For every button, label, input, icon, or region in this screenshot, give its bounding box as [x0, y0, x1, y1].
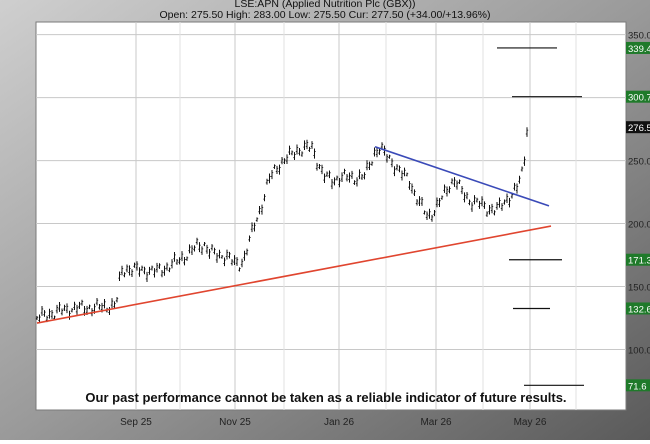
target-label: 71.6 — [628, 381, 647, 392]
x-tick-label: Jan 26 — [324, 417, 354, 428]
target-label: 171.3 — [628, 256, 650, 267]
target-label: 132.6 — [628, 304, 650, 315]
chart-subtitle: Open: 275.50 High: 283.00 Low: 275.50 Cu… — [160, 9, 491, 21]
plot-area — [35, 21, 627, 411]
y-tick-label: 250.0 — [628, 157, 650, 168]
y-tick-label: 100.0 — [628, 346, 650, 357]
stock-chart: 350.0300.0250.0200.0150.0100.0 Sep 25Nov… — [0, 0, 650, 440]
disclaimer-text: Our past performance cannot be taken as … — [85, 390, 566, 405]
x-tick-label: Mar 26 — [420, 417, 452, 428]
y-tick-label: 200.0 — [628, 220, 650, 231]
y-tick-label: 350.0 — [628, 31, 650, 42]
target-label: 339.4 — [628, 44, 650, 55]
target-label: 300.7 — [628, 93, 650, 104]
x-tick-label: Nov 25 — [219, 417, 251, 428]
x-tick-label: Sep 25 — [120, 417, 152, 428]
y-tick-label: 150.0 — [628, 283, 650, 294]
x-tick-label: May 26 — [514, 417, 547, 428]
current-price-label: 276.5 — [628, 123, 650, 134]
chart-container: 350.0300.0250.0200.0150.0100.0 Sep 25Nov… — [0, 0, 650, 440]
